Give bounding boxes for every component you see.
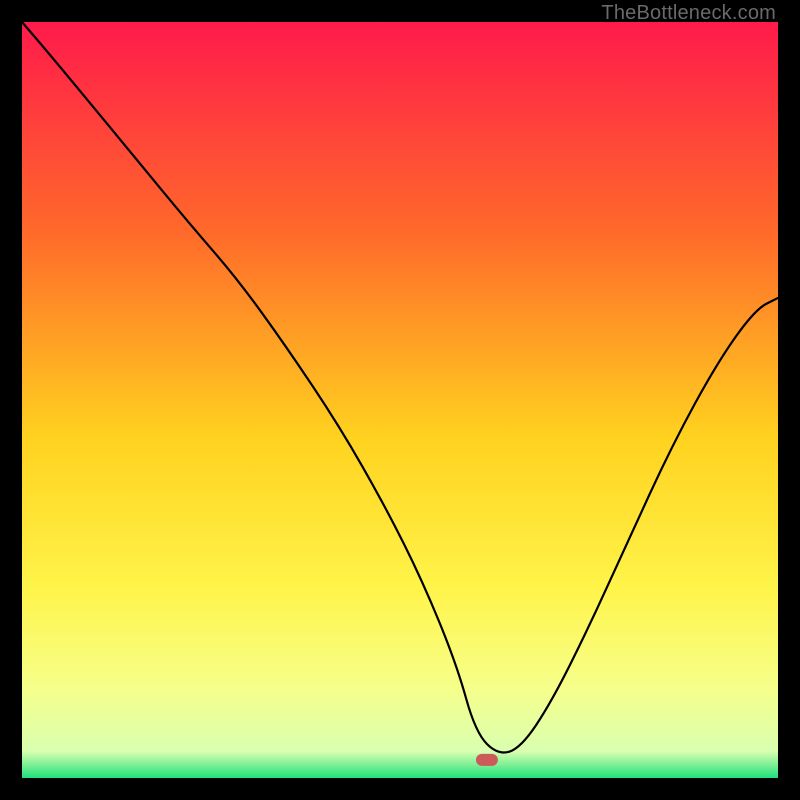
chart-background <box>22 22 778 778</box>
chart-frame: TheBottleneck.com <box>0 0 800 800</box>
optimum-marker <box>476 754 498 766</box>
plot-svg <box>22 22 778 778</box>
plot-area <box>22 22 778 778</box>
